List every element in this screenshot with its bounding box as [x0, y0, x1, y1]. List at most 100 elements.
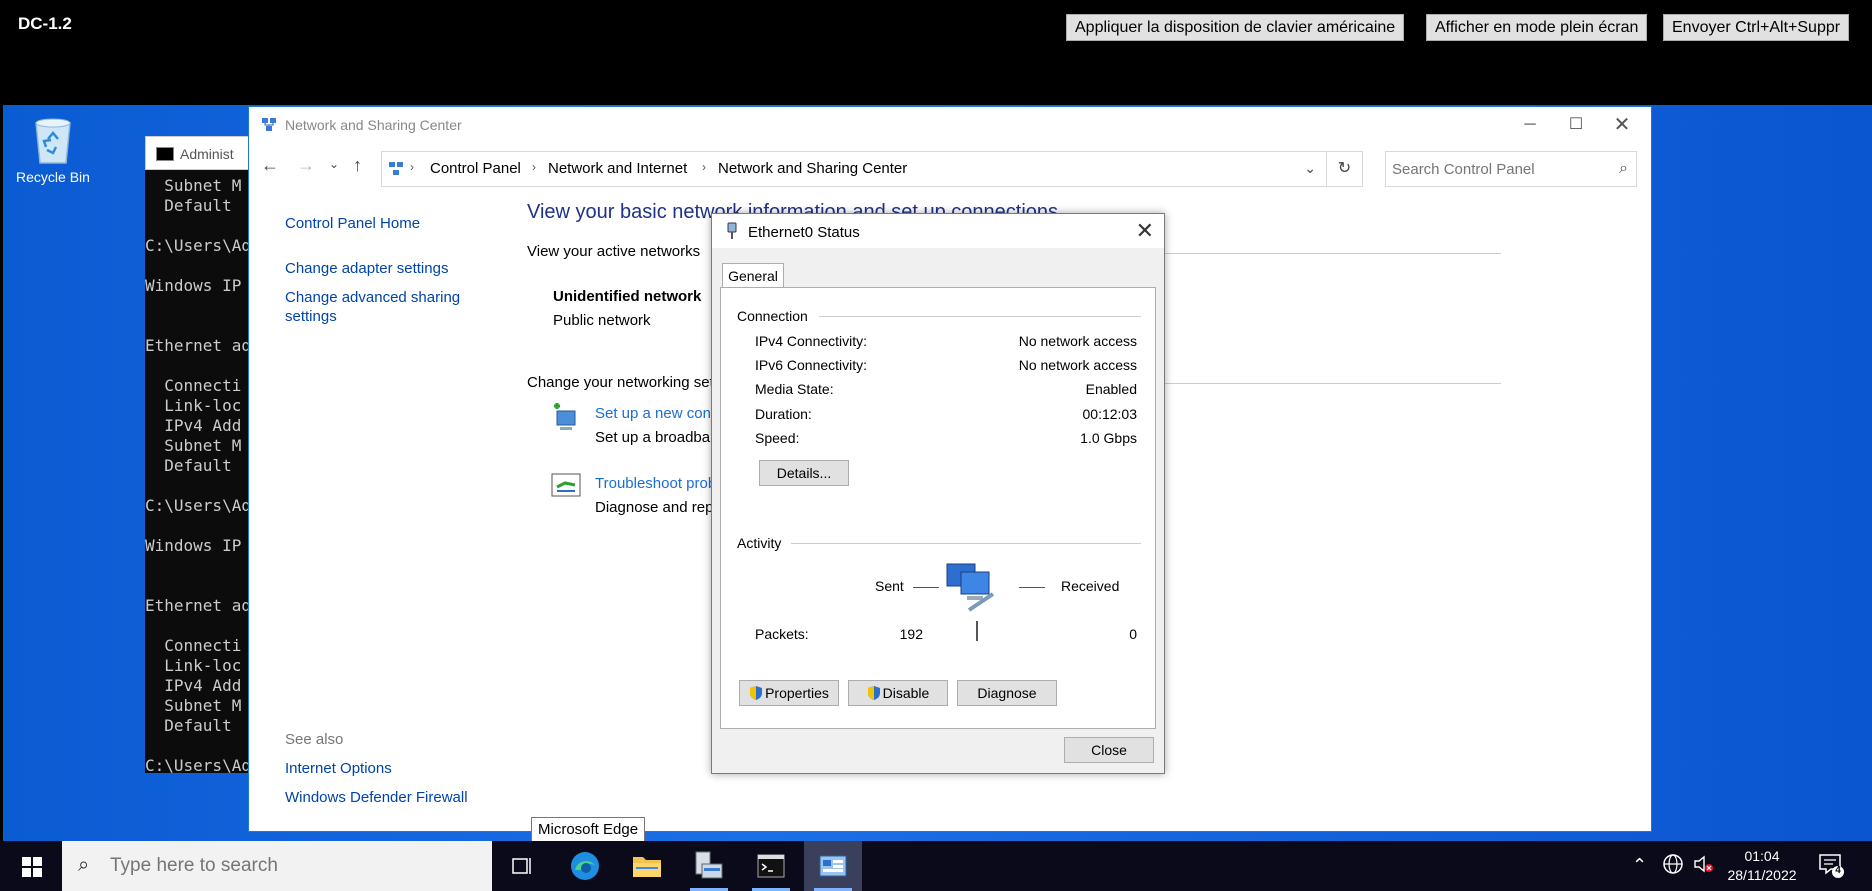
- folder-icon: [633, 857, 661, 877]
- packets-received-value: 0: [1129, 626, 1137, 642]
- recent-chevron-icon[interactable]: ⌄: [329, 157, 339, 171]
- dialog-titlebar[interactable]: Ethernet0 Status ✕: [712, 214, 1164, 248]
- taskbar-control-panel[interactable]: [804, 841, 862, 891]
- cmd-output: Subnet M Default C:\Users\Ad Windows IP …: [145, 176, 265, 776]
- ipv4-value: No network access: [1018, 333, 1137, 349]
- us-keyboard-button[interactable]: Appliquer la disposition de clavier amér…: [1066, 14, 1405, 41]
- breadcrumb-separator-icon[interactable]: ›: [702, 160, 706, 174]
- cmd-line: Subnet M: [145, 176, 242, 195]
- speed-label: Speed:: [755, 430, 800, 446]
- control-panel-icon: [819, 855, 847, 877]
- divider: [819, 316, 1141, 317]
- sent-line: [913, 587, 939, 588]
- start-button[interactable]: [0, 841, 62, 891]
- control-panel-home-link[interactable]: Control Panel Home: [285, 215, 420, 232]
- sent-label: Sent: [875, 578, 904, 594]
- advanced-sharing-link-line2[interactable]: settings: [285, 308, 337, 325]
- cmd-line: C:\Users\Ad: [145, 756, 251, 775]
- cmd-line: [145, 356, 265, 376]
- notification-count: 4: [1835, 865, 1841, 876]
- diagnose-button[interactable]: Diagnose: [957, 680, 1057, 706]
- nsc-titlebar[interactable]: Network and Sharing Center ─ ☐ ✕: [249, 107, 1651, 143]
- change-adapter-link[interactable]: Change adapter settings: [285, 260, 448, 277]
- task-view-button[interactable]: [494, 841, 552, 891]
- address-bar[interactable]: › Control Panel › Network and Internet ›…: [381, 151, 1327, 187]
- volume-muted-icon[interactable]: [1692, 853, 1714, 878]
- troubleshoot-icon: [551, 473, 581, 502]
- refresh-button[interactable]: ↻: [1327, 151, 1363, 187]
- back-arrow-icon[interactable]: ←: [261, 155, 279, 176]
- cmd-line: Connecti: [145, 636, 242, 655]
- network-name: Unidentified network: [553, 288, 702, 305]
- windows-logo-icon: [22, 857, 42, 877]
- received-line: [1019, 587, 1045, 588]
- activity-group-label: Activity: [737, 535, 782, 551]
- cmd-line: Link-loc: [145, 396, 242, 415]
- cmd-line: [145, 736, 265, 756]
- ipv4-label: IPv4 Connectivity:: [755, 333, 868, 349]
- cmd-line: Link-loc: [145, 656, 242, 675]
- setup-connection-link[interactable]: Set up a new conn: [595, 405, 719, 422]
- taskbar-edge[interactable]: [556, 841, 614, 891]
- breadcrumb-control-panel[interactable]: Control Panel: [430, 160, 521, 177]
- breadcrumb-network-internet[interactable]: Network and Internet: [548, 160, 687, 177]
- search-box[interactable]: ⌕: [1385, 151, 1637, 187]
- search-input[interactable]: [1392, 158, 1602, 180]
- cmd-line: Subnet M: [145, 436, 242, 455]
- taskbar: ⌕ ⌃ 01:04 28/11/2022 4: [0, 841, 1872, 891]
- tray-chevron-up-icon[interactable]: ⌃: [1632, 855, 1647, 876]
- up-arrow-icon[interactable]: ↑: [353, 155, 362, 176]
- ethernet-status-dialog[interactable]: Ethernet0 Status ✕ General Connection IP…: [711, 213, 1165, 774]
- defender-firewall-link[interactable]: Windows Defender Firewall: [285, 789, 468, 806]
- close-window-button[interactable]: ✕: [1599, 111, 1645, 139]
- cmd-line: [145, 616, 265, 636]
- cmd-line: Default: [145, 716, 232, 735]
- close-button[interactable]: Close: [1064, 737, 1154, 763]
- troubleshoot-link[interactable]: Troubleshoot prob: [595, 475, 716, 492]
- search-icon[interactable]: ⌕: [1619, 160, 1628, 178]
- see-also-label: See also: [285, 731, 344, 748]
- cmd-titlebar[interactable]: Administ: [145, 136, 265, 170]
- setup-connection-desc: Set up a broadbar: [595, 429, 716, 446]
- forward-arrow-icon[interactable]: →: [297, 155, 315, 176]
- notifications-icon[interactable]: 4: [1818, 852, 1844, 881]
- general-panel: Connection IPv4 Connectivity: No network…: [720, 287, 1156, 729]
- taskbar-server-manager[interactable]: [680, 841, 738, 891]
- disable-label: Disable: [882, 685, 930, 701]
- breadcrumb-separator-icon[interactable]: ›: [410, 160, 414, 174]
- taskbar-cmd[interactable]: [742, 841, 800, 891]
- edge-icon: [571, 852, 599, 880]
- cmd-line: [145, 576, 265, 596]
- cmd-line: [145, 296, 265, 316]
- disable-button[interactable]: Disable: [848, 680, 948, 706]
- cmd-line: [145, 516, 265, 536]
- speed-value: 1.0 Gbps: [1080, 430, 1137, 446]
- tab-general[interactable]: General: [722, 263, 784, 288]
- maximize-button[interactable]: ☐: [1553, 111, 1599, 139]
- cmd-icon: [757, 854, 785, 878]
- ethernet-icon: [726, 222, 738, 243]
- internet-options-link[interactable]: Internet Options: [285, 760, 392, 777]
- packets-sent-value: 192: [899, 626, 923, 642]
- cmd-line: Windows IP: [145, 536, 242, 555]
- details-button[interactable]: Details...: [759, 460, 849, 486]
- cmd-window[interactable]: Administ Subnet M Default C:\Users\Ad Wi…: [145, 136, 265, 776]
- advanced-sharing-link[interactable]: Change advanced sharing: [285, 289, 460, 306]
- dialog-close-icon[interactable]: ✕: [1136, 218, 1154, 244]
- cmd-line: C:\Users\Ad: [145, 496, 251, 515]
- address-dropdown-icon[interactable]: ⌄: [1304, 160, 1316, 177]
- clock[interactable]: 01:04 28/11/2022: [1722, 847, 1802, 885]
- recycle-bin-shortcut[interactable]: Recycle Bin: [11, 113, 95, 185]
- fullscreen-button[interactable]: Afficher en mode plein écran: [1426, 14, 1648, 41]
- minimize-button[interactable]: ─: [1507, 111, 1553, 139]
- breadcrumb-nsc[interactable]: Network and Sharing Center: [718, 160, 907, 177]
- globe-network-icon[interactable]: [1662, 853, 1684, 878]
- taskbar-file-explorer[interactable]: [618, 841, 676, 891]
- breadcrumb-separator-icon[interactable]: ›: [532, 160, 536, 174]
- taskbar-search[interactable]: ⌕: [62, 841, 492, 891]
- taskbar-search-input[interactable]: [110, 853, 470, 879]
- properties-button[interactable]: Properties: [739, 680, 839, 706]
- network-computers-icon: [943, 560, 1001, 619]
- cmd-line: [145, 316, 265, 336]
- ctrl-alt-del-button[interactable]: Envoyer Ctrl+Alt+Suppr: [1663, 14, 1850, 41]
